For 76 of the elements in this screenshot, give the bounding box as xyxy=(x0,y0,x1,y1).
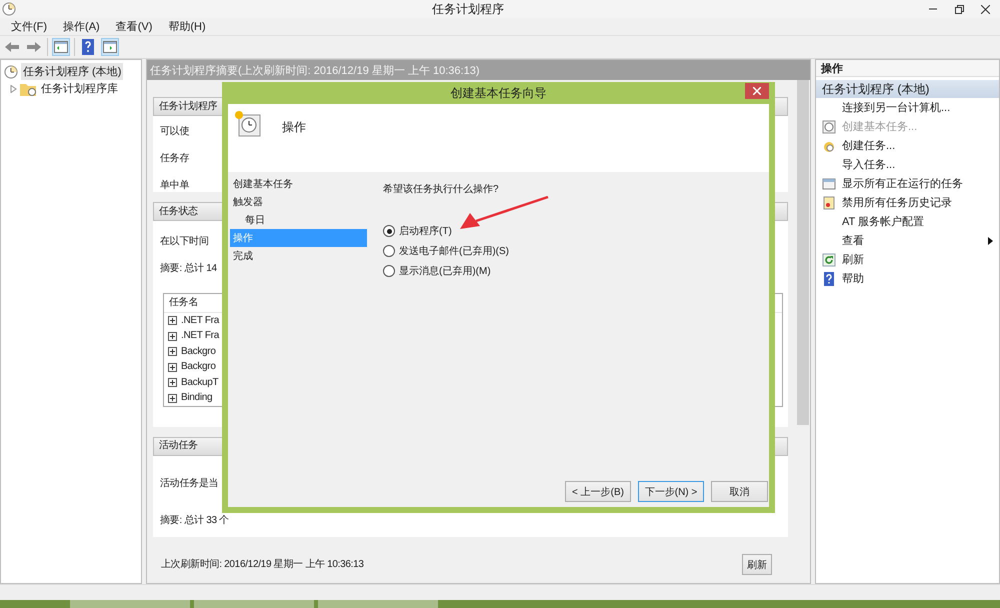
section-text: 摘要: 总计 14 xyxy=(160,263,217,276)
menu-item[interactable]: 操作(A) xyxy=(60,19,103,34)
scrollbar[interactable] xyxy=(796,80,810,583)
table-cell: Backgro xyxy=(181,346,216,358)
section-text: 摘要: 总计 33 个 xyxy=(160,514,229,527)
help-icon xyxy=(822,272,836,286)
wizard-button[interactable]: 下一步(N) > xyxy=(638,481,704,502)
radio-option[interactable]: 启动程序(T) xyxy=(383,224,769,238)
section-text: 在以下时间 xyxy=(160,236,209,248)
step-item[interactable]: 触发器 xyxy=(230,193,367,211)
action-item[interactable]: 帮助 xyxy=(816,269,999,288)
expand-icon[interactable] xyxy=(168,394,177,403)
section-title: 任务计划程序 xyxy=(159,100,218,112)
action-item[interactable]: AT 服务帐户配置 xyxy=(816,212,999,231)
action-item[interactable]: 连接到另一台计算机... xyxy=(816,98,999,117)
table-cell: .NET Fra xyxy=(181,314,219,327)
refresh-icon xyxy=(822,252,836,266)
expand-icon[interactable] xyxy=(168,362,177,372)
minimize-icon xyxy=(929,8,937,10)
column-header[interactable]: 任务名 xyxy=(169,296,198,309)
expand-icon[interactable] xyxy=(168,347,177,356)
expand-icon[interactable] xyxy=(168,332,177,341)
radio-option[interactable]: 发送电子邮件(已弃用)(S) xyxy=(383,244,769,258)
action-item[interactable]: 导入任务... xyxy=(816,155,999,174)
help-button[interactable] xyxy=(79,38,97,56)
actions-header: 操作 xyxy=(816,60,999,77)
step-heading: 操作 xyxy=(282,119,306,136)
close-icon xyxy=(980,4,990,14)
dialog-title: 创建基本任务向导 xyxy=(450,84,546,102)
step-item[interactable]: 创建基本任务 xyxy=(230,175,367,193)
section-text: 任务存 xyxy=(160,153,190,165)
radio-option[interactable]: 显示消息(已弃用)(M) xyxy=(383,264,769,278)
expander-icon[interactable] xyxy=(10,84,17,92)
radio-icon[interactable] xyxy=(383,245,395,257)
tree-item[interactable]: 任务计划程序库 xyxy=(39,80,120,97)
table-cell: Binding xyxy=(181,392,212,404)
menu-item[interactable]: 文件(F) xyxy=(8,19,50,34)
restore-icon xyxy=(954,4,964,14)
document-icon xyxy=(822,196,836,210)
wizard-button[interactable]: 取消 xyxy=(711,481,768,502)
window-title: 任务计划程序 xyxy=(431,0,505,18)
action-item[interactable]: 禁用所有任务历史记录 xyxy=(816,193,999,212)
radio-icon[interactable] xyxy=(383,225,395,237)
section-text: 单中单 xyxy=(160,180,190,192)
action-item[interactable]: 查看 xyxy=(816,231,999,250)
table-cell: .NET Fra xyxy=(181,330,219,342)
wizard-button[interactable]: < 上一步(B) xyxy=(565,481,631,502)
expand-icon[interactable] xyxy=(168,316,177,326)
submenu-arrow-icon xyxy=(988,236,993,244)
section-title: 活动任务 xyxy=(159,440,198,452)
section-text: 可以使 xyxy=(160,126,190,138)
summary-header: 任务计划程序摘要(上次刷新时间: 2016/12/19 星期一 上午 10:36:13) xyxy=(147,60,810,80)
show-tree-button[interactable] xyxy=(52,38,70,56)
close-icon xyxy=(753,87,761,95)
action-item[interactable]: 刷新 xyxy=(816,250,999,269)
show-action-pane-button[interactable] xyxy=(101,38,119,56)
radio-icon[interactable] xyxy=(383,265,395,277)
tree-item[interactable]: 任务计划程序 (本地) xyxy=(21,63,124,80)
table-cell: Backgro xyxy=(181,361,216,374)
table-cell: BackupT xyxy=(181,376,218,389)
refresh-button[interactable]: 刷新 xyxy=(742,554,772,576)
window-icon xyxy=(822,176,836,190)
actions-group-header[interactable]: 任务计划程序 (本地) xyxy=(816,80,999,98)
folder-icon xyxy=(20,82,36,96)
action-item[interactable]: 显示所有正在运行的任务 xyxy=(816,174,999,193)
step-item[interactable]: 完成 xyxy=(230,247,367,265)
section-text: 活动任务是当 xyxy=(160,478,218,490)
section-title: 任务状态 xyxy=(159,206,198,218)
step-item[interactable]: 每日 xyxy=(230,211,367,229)
menu-item[interactable]: 帮助(H) xyxy=(165,19,209,34)
menu-item[interactable]: 查看(V) xyxy=(112,19,156,34)
refresh-time: 上次刷新时间: 2016/12/19 星期一 上午 10:36:13 xyxy=(161,558,364,571)
expand-icon[interactable] xyxy=(168,378,177,388)
calendar-clock-icon xyxy=(234,110,262,138)
question-text: 希望该任务执行什么操作? xyxy=(383,182,500,196)
action-item[interactable]: 创建任务... xyxy=(816,136,999,155)
